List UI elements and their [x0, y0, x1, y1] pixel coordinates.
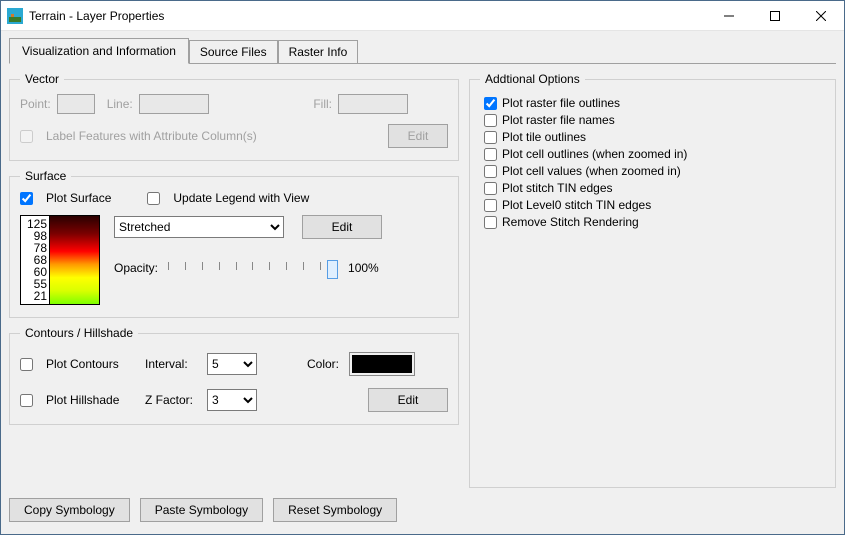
app-icon: [7, 8, 23, 24]
opt-plot-raster-outlines[interactable]: Plot raster file outlines: [484, 96, 821, 110]
plot-contours-label: Plot Contours: [46, 357, 119, 371]
plot-contours-checkbox[interactable]: [20, 358, 33, 371]
line-swatch: [139, 94, 209, 114]
content-area: Visualization and Information Source Fil…: [1, 31, 844, 534]
surface-group: Surface Plot Surface Update Legend with …: [9, 169, 459, 318]
opt-plot-raster-names[interactable]: Plot raster file names: [484, 113, 821, 127]
checkbox[interactable]: [484, 114, 497, 127]
color-ramp-legend: 125 98 78 68 60 55 21: [20, 215, 100, 305]
interval-select[interactable]: 5: [207, 353, 257, 375]
color-label: Color:: [307, 357, 339, 371]
tab-label: Source Files: [200, 45, 267, 59]
tab-bar: Visualization and Information Source Fil…: [9, 37, 836, 63]
fill-swatch: [338, 94, 408, 114]
color-ramp-ticks: 125 98 78 68 60 55 21: [21, 216, 49, 304]
plot-surface-checkbox[interactable]: [20, 192, 33, 205]
plot-surface-label: Plot Surface: [46, 191, 111, 205]
opacity-slider-thumb[interactable]: [327, 260, 338, 279]
contours-group: Contours / Hillshade Plot Contours Inter…: [9, 326, 459, 425]
opt-remove-stitch-rendering[interactable]: Remove Stitch Rendering: [484, 215, 821, 229]
tab-raster-info[interactable]: Raster Info: [278, 40, 359, 64]
checkbox[interactable]: [484, 216, 497, 229]
stretch-mode-select[interactable]: Stretched: [114, 216, 284, 238]
contour-color-swatch: [352, 355, 412, 373]
label-features-label: Label Features with Attribute Column(s): [46, 129, 257, 143]
opt-label: Plot raster file outlines: [502, 96, 620, 110]
window: Terrain - Layer Properties Visualization…: [0, 0, 845, 535]
contours-edit-button[interactable]: Edit: [368, 388, 448, 412]
update-legend-checkbox[interactable]: [147, 192, 160, 205]
paste-symbology-button[interactable]: Paste Symbology: [140, 498, 263, 522]
tab-label: Raster Info: [289, 45, 348, 59]
line-label: Line:: [107, 97, 133, 111]
opt-plot-level0-stitch[interactable]: Plot Level0 stitch TIN edges: [484, 198, 821, 212]
opacity-slider[interactable]: [168, 266, 338, 270]
surface-legend: Surface: [20, 169, 71, 183]
zfactor-select[interactable]: 3: [207, 389, 257, 411]
zfactor-label: Z Factor:: [145, 393, 197, 407]
opt-plot-tile-outlines[interactable]: Plot tile outlines: [484, 130, 821, 144]
checkbox[interactable]: [484, 165, 497, 178]
color-ramp-strip: [49, 216, 99, 304]
checkbox[interactable]: [484, 148, 497, 161]
opt-label: Plot stitch TIN edges: [502, 181, 613, 195]
minimize-button[interactable]: [706, 1, 752, 30]
plot-hillshade-checkbox[interactable]: [20, 394, 33, 407]
contour-color-well[interactable]: [349, 352, 415, 376]
additional-options-group: Addtional Options Plot raster file outli…: [469, 72, 836, 488]
interval-label: Interval:: [145, 357, 197, 371]
reset-symbology-button[interactable]: Reset Symbology: [273, 498, 397, 522]
checkbox[interactable]: [484, 97, 497, 110]
opt-label: Plot tile outlines: [502, 130, 586, 144]
window-title: Terrain - Layer Properties: [29, 9, 706, 23]
plot-hillshade-option[interactable]: Plot Hillshade: [20, 393, 135, 407]
plot-surface-option[interactable]: Plot Surface: [20, 191, 111, 205]
contours-legend: Contours / Hillshade: [20, 326, 138, 340]
point-swatch: [57, 94, 95, 114]
vector-edit-button: Edit: [388, 124, 448, 148]
checkbox[interactable]: [484, 131, 497, 144]
maximize-button[interactable]: [752, 1, 798, 30]
opt-plot-cell-outlines[interactable]: Plot cell outlines (when zoomed in): [484, 147, 821, 161]
tab-label: Visualization and Information: [22, 44, 176, 58]
plot-contours-option[interactable]: Plot Contours: [20, 357, 135, 371]
additional-legend: Addtional Options: [480, 72, 585, 86]
opt-label: Plot Level0 stitch TIN edges: [502, 198, 651, 212]
fill-label: Fill:: [313, 97, 332, 111]
close-button[interactable]: [798, 1, 844, 30]
checkbox[interactable]: [484, 182, 497, 195]
tab-source-files[interactable]: Source Files: [189, 40, 278, 64]
plot-hillshade-label: Plot Hillshade: [46, 393, 119, 407]
opacity-label: Opacity:: [114, 261, 158, 275]
point-label: Point:: [20, 97, 51, 111]
label-features-checkbox: [20, 130, 33, 143]
vector-group: Vector Point: Line: Fill:: [9, 72, 459, 161]
update-legend-label: Update Legend with View: [173, 191, 309, 205]
window-controls: [706, 1, 844, 30]
copy-symbology-button[interactable]: Copy Symbology: [9, 498, 130, 522]
tab-visualization[interactable]: Visualization and Information: [9, 38, 189, 64]
update-legend-option[interactable]: Update Legend with View: [147, 191, 309, 205]
opt-label: Plot cell values (when zoomed in): [502, 164, 681, 178]
surface-edit-button[interactable]: Edit: [302, 215, 382, 239]
vector-legend: Vector: [20, 72, 64, 86]
opt-label: Plot raster file names: [502, 113, 615, 127]
opt-label: Plot cell outlines (when zoomed in): [502, 147, 687, 161]
opt-plot-stitch-tin[interactable]: Plot stitch TIN edges: [484, 181, 821, 195]
checkbox[interactable]: [484, 199, 497, 212]
titlebar: Terrain - Layer Properties: [1, 1, 844, 31]
opacity-value: 100%: [348, 261, 379, 275]
opt-plot-cell-values[interactable]: Plot cell values (when zoomed in): [484, 164, 821, 178]
opt-label: Remove Stitch Rendering: [502, 215, 639, 229]
